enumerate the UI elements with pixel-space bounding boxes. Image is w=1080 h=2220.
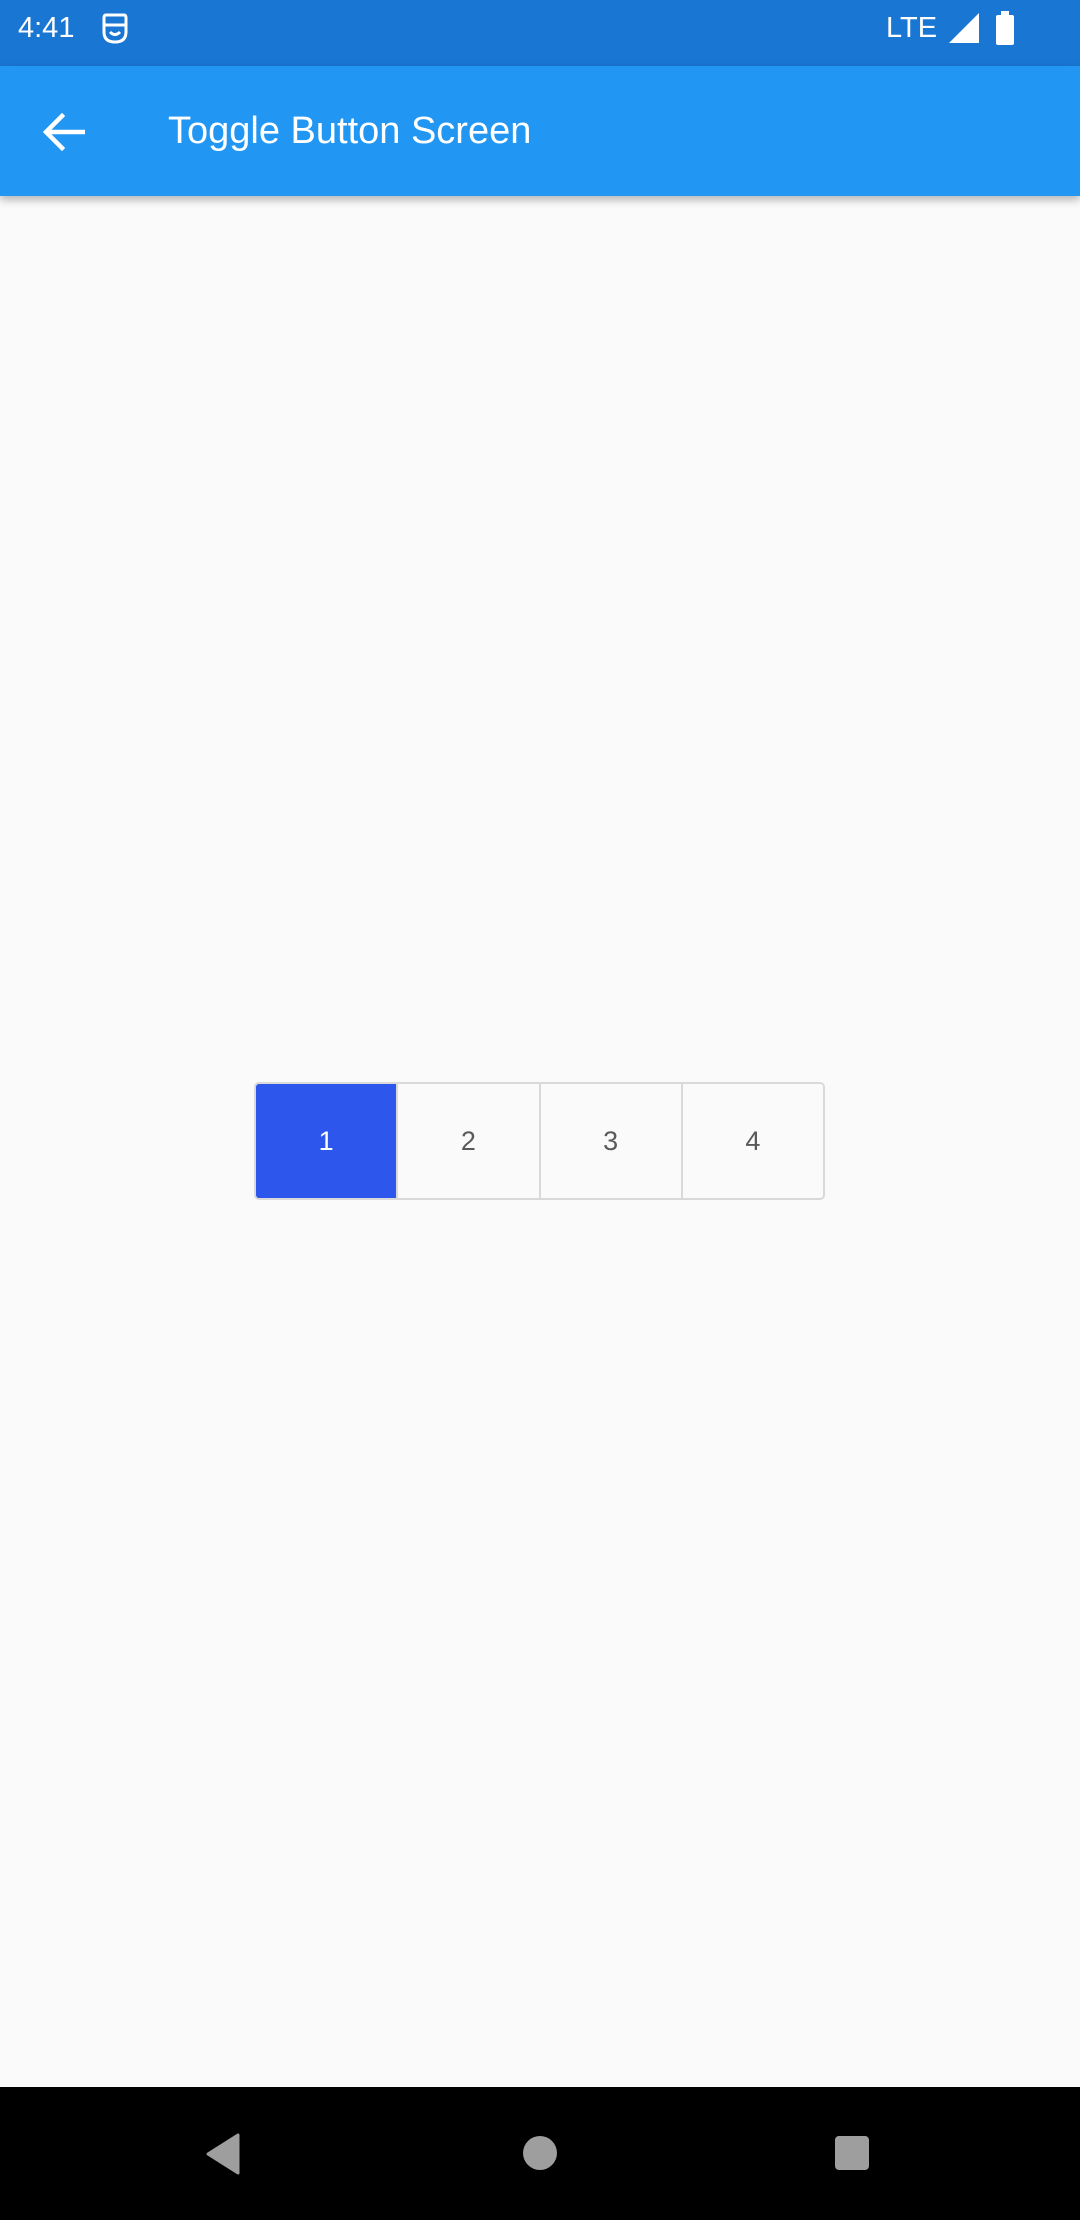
status-time: 4:41 <box>18 12 75 44</box>
status-bar: 4:41 LTE <box>0 0 1080 66</box>
signal-icon <box>949 13 979 43</box>
network-type: LTE <box>886 12 938 44</box>
toggle-button-1[interactable]: 1 <box>256 1084 397 1198</box>
toggle-button-4[interactable]: 4 <box>680 1084 823 1198</box>
toggle-button-3[interactable]: 3 <box>538 1084 681 1198</box>
battery-icon <box>996 11 1014 45</box>
toggle-button-2[interactable]: 2 <box>396 1084 539 1198</box>
navigation-bar <box>0 2087 1080 2220</box>
toggle-button-group: 1 2 3 4 <box>254 1082 825 1200</box>
nav-back-icon[interactable] <box>204 2133 244 2175</box>
content-area: 1 2 3 4 <box>0 196 1080 2087</box>
back-button[interactable] <box>24 94 106 168</box>
nav-home-icon[interactable] <box>522 2135 558 2171</box>
nav-recents-icon[interactable] <box>834 2135 870 2171</box>
app-bar: Toggle Button Screen <box>0 66 1080 196</box>
app-notification-icon <box>102 13 128 44</box>
arrow-back-icon <box>43 113 85 151</box>
page-title: Toggle Button Screen <box>168 110 532 152</box>
